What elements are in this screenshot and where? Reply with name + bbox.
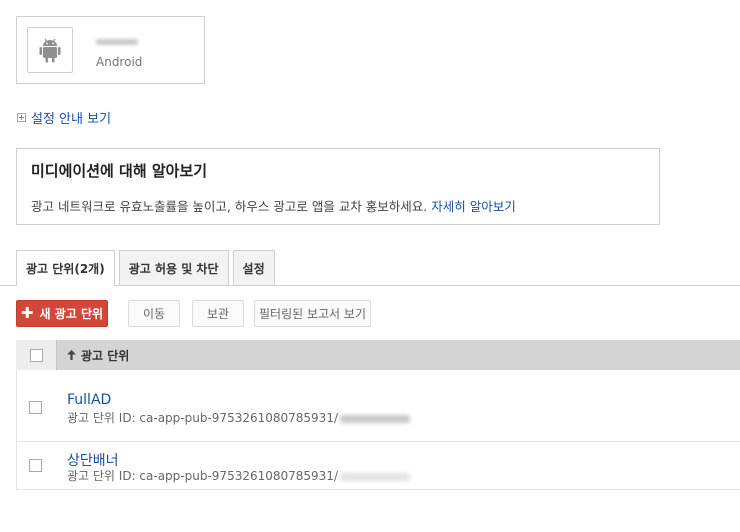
sort-up-arrow-icon xyxy=(67,350,76,360)
mediation-info-box: 미디에이션에 대해 알아보기 광고 네트워크로 유효노출률을 높이고, 하우스 … xyxy=(16,148,660,225)
info-description: 광고 네트워크로 유효노출률을 높이고, 하우스 광고로 앱을 교차 홍보하세요… xyxy=(31,199,428,214)
select-all-checkbox[interactable] xyxy=(29,348,43,362)
expand-icon xyxy=(17,113,26,122)
tab-bar: 광고 단위(2개) 광고 허용 및 차단 설정 xyxy=(16,250,275,286)
tab-settings[interactable]: 설정 xyxy=(232,250,275,285)
tab-ad-units[interactable]: 광고 단위(2개) xyxy=(16,250,115,286)
filtered-report-button[interactable]: 필터링된 보고서 보기 xyxy=(254,300,371,327)
setup-guide-link[interactable]: 설정 안내 보기 xyxy=(17,108,111,127)
ad-unit-column-label: 광고 단위 xyxy=(81,348,130,363)
setup-guide-label: 설정 안내 보기 xyxy=(31,112,112,127)
select-all-cell xyxy=(16,340,57,370)
android-icon xyxy=(27,27,73,73)
move-button[interactable]: 이동 xyxy=(128,300,180,327)
tab-allow-block[interactable]: 광고 허용 및 차단 xyxy=(118,250,229,285)
ad-unit-id: 광고 단위 ID: ca-app-pub-9753261080785931/ xyxy=(67,467,410,484)
table-row: FullAD 광고 단위 ID: ca-app-pub-975326108078… xyxy=(16,370,740,442)
ad-unit-id: 광고 단위 ID: ca-app-pub-9753261080785931/ xyxy=(67,409,410,426)
archive-button[interactable]: 보관 xyxy=(192,300,244,327)
learn-more-link[interactable]: 자세히 알아보기 xyxy=(431,199,515,214)
app-platform-label: Android xyxy=(96,55,143,69)
app-card[interactable]: Android xyxy=(16,16,205,84)
ad-unit-name-link[interactable]: FullAD xyxy=(67,392,111,408)
new-ad-unit-button[interactable]: ✚ 새 광고 단위 xyxy=(16,300,108,327)
table-header: 광고 단위 xyxy=(16,340,740,370)
ad-unit-column-header[interactable]: 광고 단위 xyxy=(67,347,129,364)
ad-unit-id-redacted xyxy=(340,414,410,423)
app-name-redacted xyxy=(96,39,138,45)
plus-icon: ✚ xyxy=(20,304,34,322)
row-checkbox[interactable] xyxy=(29,459,42,472)
table-row: 상단배너 광고 단위 ID: ca-app-pub-97532610807859… xyxy=(16,442,740,490)
ad-unit-id-redacted xyxy=(340,472,410,481)
toolbar: ✚ 새 광고 단위 이동 보관 필터링된 보고서 보기 xyxy=(16,300,371,327)
new-ad-unit-label: 새 광고 단위 xyxy=(39,307,104,321)
row-checkbox[interactable] xyxy=(29,401,42,414)
info-text: 광고 네트워크로 유효노출률을 높이고, 하우스 광고로 앱을 교차 홍보하세요… xyxy=(31,196,645,215)
info-title: 미디에이션에 대해 알아보기 xyxy=(31,162,208,180)
